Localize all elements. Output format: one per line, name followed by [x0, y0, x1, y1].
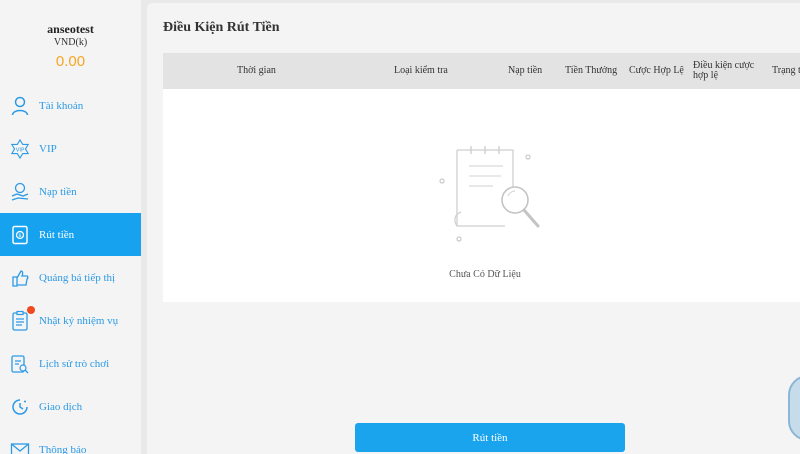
deposit-icon [10, 181, 30, 203]
column-header-deposit: Nạp tiền [508, 65, 543, 76]
sidebar-item-account[interactable]: Tài khoản [0, 84, 141, 127]
sidebar-item-label: Thông báo [39, 443, 87, 454]
balance-value: 0.00 [55, 53, 86, 70]
column-header-time: Thời gian [237, 65, 276, 76]
column-header-valid-bet: Cược Hợp Lệ [629, 65, 684, 76]
task-log-icon [10, 310, 30, 332]
vip-icon: VIP [10, 138, 30, 160]
username: anseotest [47, 22, 94, 36]
sidebar-menu: Tài khoản VIP VIP Nạp tiền $ Rút tiền Qu… [0, 84, 141, 454]
column-header-check-type: Loại kiểm tra [394, 65, 448, 76]
transaction-icon [10, 396, 30, 418]
sidebar-item-deposit[interactable]: Nạp tiền [0, 170, 141, 213]
table-header: Thời gian Loại kiểm tra Nạp tiền Tiền Th… [163, 53, 800, 89]
sidebar-item-transaction[interactable]: Giao dịch [0, 385, 141, 428]
sidebar-item-withdraw[interactable]: $ Rút tiền [0, 213, 141, 256]
withdraw-icon: $ [10, 224, 30, 246]
empty-state-text: Chưa Có Dữ Liệu [449, 269, 521, 280]
sidebar-item-label: Nhật ký nhiệm vụ [39, 314, 119, 327]
sidebar-item-game-history[interactable]: Lịch sử trò chơi [0, 342, 141, 385]
sidebar-item-label: VIP [39, 142, 57, 155]
sidebar-item-label: Quảng bá tiếp thị [39, 271, 116, 284]
withdraw-button[interactable]: Rút tiền [355, 423, 625, 452]
sidebar-item-label: Giao dịch [39, 400, 83, 413]
sidebar-item-notifications[interactable]: Thông báo [0, 428, 141, 454]
sidebar-item-promotion[interactable]: Quảng bá tiếp thị [0, 256, 141, 299]
sidebar-item-task-log[interactable]: Nhật ký nhiệm vụ [0, 299, 141, 342]
column-header-bonus: Tiền Thưởng [565, 65, 618, 76]
sidebar-item-label: Lịch sử trò chơi [39, 357, 110, 370]
column-header-status: Trạng thái [772, 65, 800, 76]
empty-document-icon [439, 146, 540, 242]
promotion-icon [10, 267, 30, 289]
empty-state: Chưa Có Dữ Liệu [163, 89, 800, 302]
game-history-icon [10, 353, 30, 375]
sidebar-item-label: Rút tiền [39, 228, 75, 241]
main-panel: Điều Kiện Rút Tiền Thời gian Loại kiểm t… [147, 3, 800, 454]
withdraw-conditions-table: Thời gian Loại kiểm tra Nạp tiền Tiền Th… [163, 53, 800, 302]
mail-icon [10, 439, 30, 454]
svg-text:VIP: VIP [16, 147, 25, 153]
column-header-valid-bet-condition: Điều kiện cược hợp lệ [693, 60, 755, 81]
sidebar: anseotest VND(k) 0.00 Tài khoản VIP VIP … [0, 0, 141, 454]
sidebar-item-vip[interactable]: VIP VIP [0, 127, 141, 170]
page-title: Điều Kiện Rút Tiền [163, 20, 280, 35]
notification-badge [27, 306, 35, 314]
floating-support-button[interactable] [788, 375, 800, 441]
user-icon [10, 95, 30, 117]
svg-text:$: $ [18, 233, 21, 239]
sidebar-item-label: Tài khoản [39, 99, 84, 112]
sidebar-item-label: Nạp tiền [39, 185, 77, 198]
user-info: anseotest VND(k) 0.00 [0, 0, 141, 84]
currency-label: VND(k) [53, 37, 88, 48]
